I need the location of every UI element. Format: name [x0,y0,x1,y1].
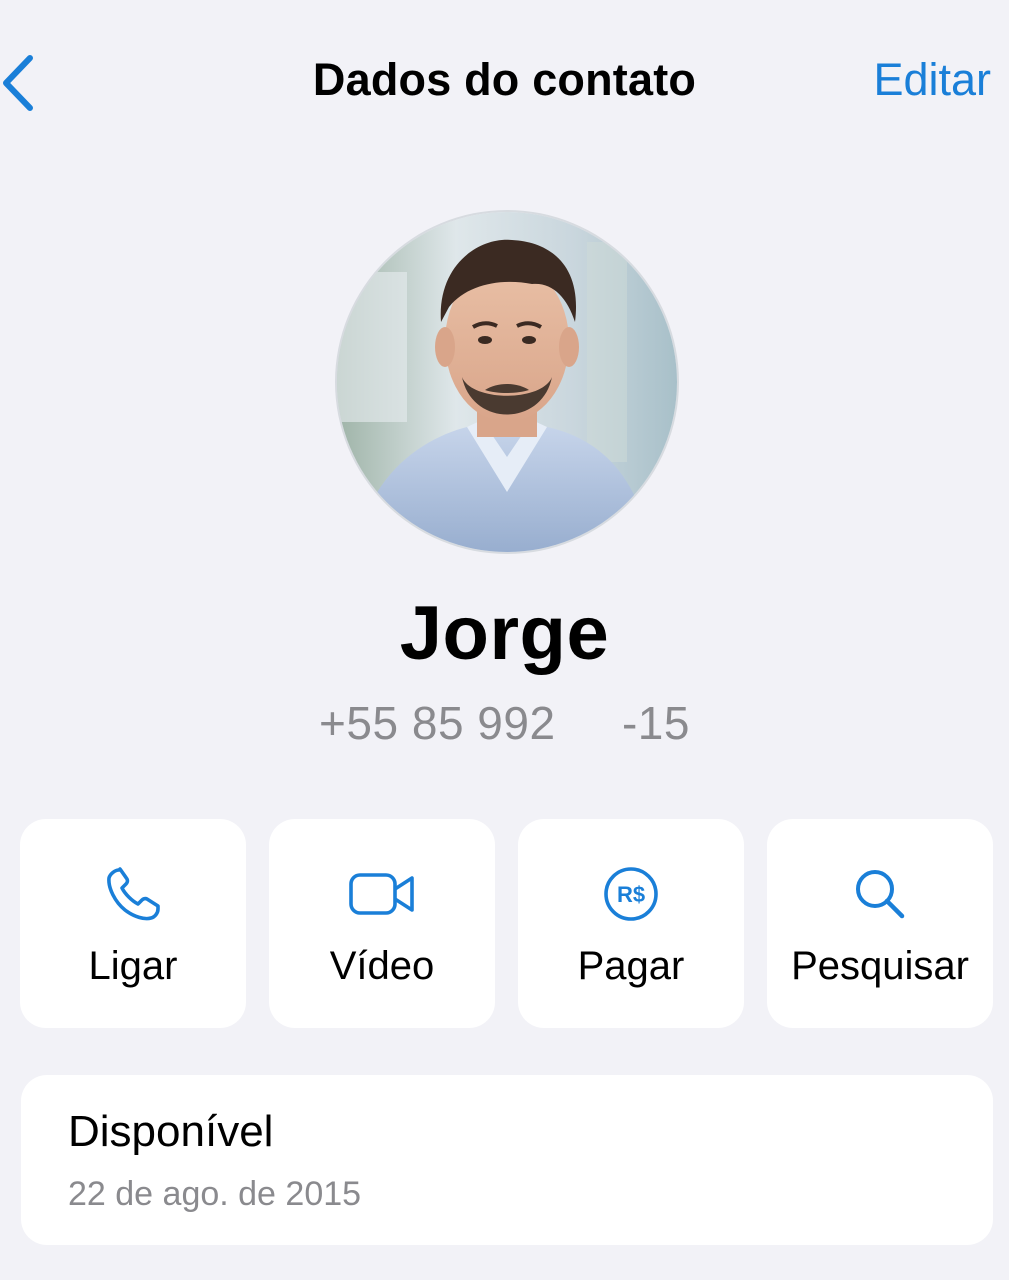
call-button[interactable]: Ligar [20,819,246,1028]
real-currency-icon: R$ [604,867,658,921]
video-label: Vídeo [329,944,435,988]
avatar[interactable] [337,212,677,552]
phone-icon [107,867,160,921]
status-text: Disponível [68,1107,274,1156]
video-button[interactable]: Vídeo [269,819,495,1028]
edit-button[interactable]: Editar [873,54,991,106]
contact-name: Jorge [399,591,610,676]
search-icon [856,870,905,919]
call-label: Ligar [88,944,178,988]
search-button[interactable]: Pesquisar [767,819,993,1028]
pay-label: Pagar [577,944,685,988]
svg-text:R$: R$ [617,882,645,907]
status-card[interactable]: Disponível 22 de ago. de 2015 [21,1075,993,1245]
navigation-bar: Dados do contato Editar [0,0,1009,165]
status-date: 22 de ago. de 2015 [68,1175,362,1213]
pay-button[interactable]: R$ Pagar [518,819,744,1028]
video-camera-icon [349,873,414,915]
contact-phone: +55 85 992 -15 [319,697,690,749]
page-title: Dados do contato [312,54,697,105]
actions-row: Ligar Vídeo R$ Pagar Pesquisar [20,819,993,1028]
search-label: Pesquisar [791,944,969,988]
